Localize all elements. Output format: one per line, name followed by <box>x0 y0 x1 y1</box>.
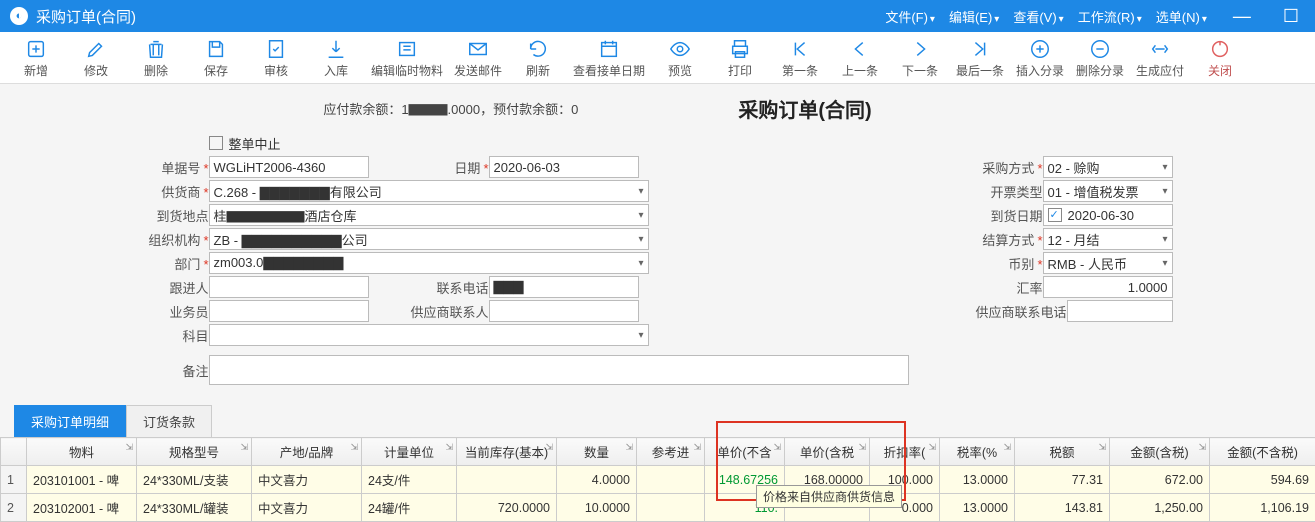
rate-label: 汇率 <box>967 278 1043 297</box>
balance-text: 应付款余额：1▇▇▇.0000，预付款余额：0 <box>323 99 578 118</box>
org-label: 组织机构 <box>147 230 209 249</box>
follower-label: 跟进人 <box>147 278 209 297</box>
follower-field[interactable] <box>209 276 369 298</box>
suspend-label: 整单中止 <box>229 134 281 153</box>
suspend-checkbox[interactable] <box>209 136 223 150</box>
recvdate-checkbox[interactable] <box>1048 208 1062 222</box>
rate-field[interactable]: 1.0000 <box>1043 276 1173 298</box>
window-title: 采购订单(合同) <box>36 6 136 27</box>
remark-label: 备注 <box>147 361 209 380</box>
vcontact-field[interactable] <box>489 300 639 322</box>
vcontact-label: 供应商联系人 <box>369 302 489 321</box>
settle-label: 结算方式 <box>967 230 1043 249</box>
minimize-button[interactable]: — <box>1227 6 1257 27</box>
vendor-field[interactable]: C.268 - ▇▇▇▇▇▇▇有限公司 <box>209 180 649 202</box>
edit-temp-material-button[interactable]: 编辑临时物料 <box>366 38 448 79</box>
docno-label: 单据号 <box>147 158 209 177</box>
last-button[interactable]: 最后一条 <box>950 38 1010 79</box>
maximize-button[interactable]: ☐ <box>1277 6 1305 27</box>
settle-field[interactable]: 12 - 月结 <box>1043 228 1173 250</box>
toolbar: 新增 修改 删除 保存 审核 入库 编辑临时物料 发送邮件 刷新 查看接单日期 … <box>0 32 1315 84</box>
detail-grid[interactable]: 物料⇲ 规格型号⇲ 产地/品牌⇲ 计量单位⇲ 当前库存(基本)⇲ 数量⇲ 参考进… <box>0 437 1315 522</box>
date-field[interactable]: 2020-06-03 <box>489 156 639 178</box>
new-button[interactable]: 新增 <box>6 38 66 79</box>
prev-button[interactable]: 上一条 <box>830 38 890 79</box>
purchmode-field[interactable]: 02 - 赊购 <box>1043 156 1173 178</box>
recvloc-label: 到货地点 <box>147 206 209 225</box>
stockin-button[interactable]: 入库 <box>306 38 366 79</box>
page-title: 采购订单(合同) <box>738 94 871 123</box>
sales-field[interactable] <box>209 300 369 322</box>
phone-label: 联系电话 <box>369 278 489 297</box>
org-field[interactable]: ZB - ▇▇▇▇▇▇▇▇▇▇公司 <box>209 228 649 250</box>
send-mail-button[interactable]: 发送邮件 <box>448 38 508 79</box>
edit-button[interactable]: 修改 <box>66 38 126 79</box>
menu-edit[interactable]: 编辑(E) <box>949 7 999 26</box>
vphone-label: 供应商联系电话 <box>967 302 1067 321</box>
curr-field[interactable]: RMB - 人民币 <box>1043 252 1173 274</box>
print-button[interactable]: 打印 <box>710 38 770 79</box>
purchmode-label: 采购方式 <box>967 158 1043 177</box>
vendor-label: 供货商 <box>147 182 209 201</box>
menu-file[interactable]: 文件(F) <box>885 7 935 26</box>
table-row[interactable]: 1 203101001 - 啤24*330ML/支装中文喜力24支/件 4.00… <box>1 466 1315 494</box>
invtype-field[interactable]: 01 - 增值税发票 <box>1043 180 1173 202</box>
recvdate-field[interactable]: 2020-06-30 <box>1043 204 1173 226</box>
curr-label: 币别 <box>967 254 1043 273</box>
delete-entry-button[interactable]: 删除分录 <box>1070 38 1130 79</box>
view-accept-date-button[interactable]: 查看接单日期 <box>568 38 650 79</box>
recvloc-field[interactable]: 桂▇▇▇▇▇▇酒店仓库 <box>209 204 649 226</box>
tab-terms[interactable]: 订货条款 <box>126 405 212 437</box>
save-button[interactable]: 保存 <box>186 38 246 79</box>
dept-label: 部门 <box>147 254 209 273</box>
dept-field[interactable]: zm003.0▇▇▇▇▇▇▇▇ <box>209 252 649 274</box>
first-button[interactable]: 第一条 <box>770 38 830 79</box>
sales-label: 业务员 <box>147 302 209 321</box>
subject-field[interactable] <box>209 324 649 346</box>
phone-field[interactable]: ▇▇▇ <box>489 276 639 298</box>
preview-button[interactable]: 预览 <box>650 38 710 79</box>
recvdate-label: 到货日期 <box>967 206 1043 225</box>
gen-payable-button[interactable]: 生成应付 <box>1130 38 1190 79</box>
menu-view[interactable]: 查看(V) <box>1013 7 1063 26</box>
refresh-button[interactable]: 刷新 <box>508 38 568 79</box>
menu-select[interactable]: 选单(N) <box>1156 7 1207 26</box>
grid-header-row: 物料⇲ 规格型号⇲ 产地/品牌⇲ 计量单位⇲ 当前库存(基本)⇲ 数量⇲ 参考进… <box>1 438 1315 466</box>
app-logo-icon: ◐ <box>10 7 28 25</box>
table-row[interactable]: 2 203102001 - 啤24*330ML/罐装中文喜力24罐/件 720.… <box>1 494 1315 522</box>
close-button[interactable]: 关闭 <box>1190 38 1250 79</box>
date-label: 日期 <box>369 158 489 177</box>
audit-button[interactable]: 审核 <box>246 38 306 79</box>
vphone-field[interactable] <box>1067 300 1173 322</box>
invtype-label: 开票类型 <box>967 182 1043 201</box>
delete-button[interactable]: 删除 <box>126 38 186 79</box>
tab-detail[interactable]: 采购订单明细 <box>14 405 126 437</box>
remark-field[interactable] <box>209 355 909 385</box>
insert-entry-button[interactable]: 插入分录 <box>1010 38 1070 79</box>
menu-workflow[interactable]: 工作流(R) <box>1078 7 1142 26</box>
docno-field[interactable]: WGLiHT2006-4360 <box>209 156 369 178</box>
subject-label: 科目 <box>147 326 209 345</box>
next-button[interactable]: 下一条 <box>890 38 950 79</box>
